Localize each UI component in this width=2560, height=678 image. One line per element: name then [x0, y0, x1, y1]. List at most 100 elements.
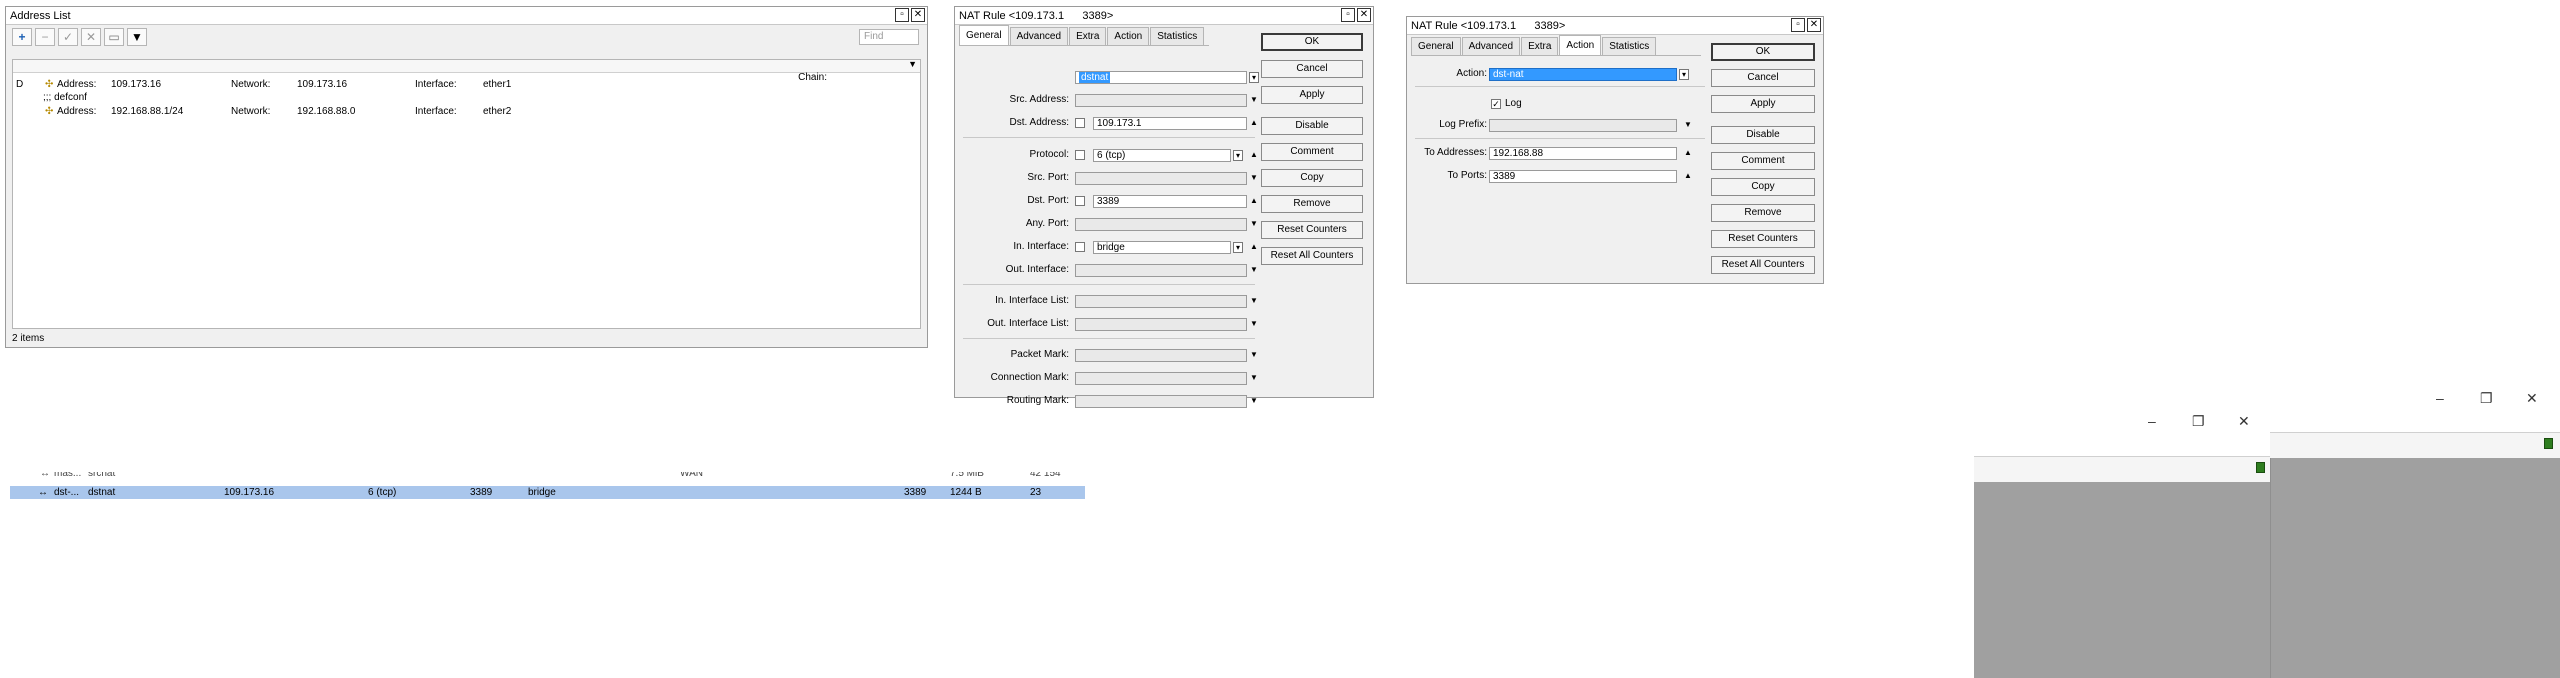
- packet-mark-field[interactable]: [1075, 349, 1247, 362]
- protocol-field[interactable]: 6 (tcp): [1093, 149, 1231, 162]
- find-input[interactable]: Find: [859, 29, 919, 45]
- to-ports-field[interactable]: 3389: [1489, 170, 1677, 183]
- src-port-field[interactable]: [1075, 172, 1247, 185]
- nat-rule-titlebar[interactable]: NAT Rule <109.173.1 3389> ▫ ✕: [1407, 17, 1823, 35]
- dst-address-field[interactable]: 109.173.1: [1093, 117, 1247, 130]
- protocol-dropdown-icon[interactable]: ▾: [1233, 150, 1243, 161]
- rule-in-interface: bridge: [528, 487, 556, 498]
- dst-port-invert-checkbox[interactable]: [1075, 196, 1085, 206]
- enable-icon[interactable]: ✓: [58, 28, 78, 46]
- to-addresses-label: To Addresses:: [1424, 147, 1487, 158]
- chevron-down-icon[interactable]: ▼: [1249, 294, 1259, 308]
- close-icon[interactable]: ✕: [2238, 413, 2250, 430]
- close-icon[interactable]: ✕: [911, 8, 925, 22]
- tab-advanced[interactable]: Advanced: [1461, 37, 1521, 56]
- any-port-field[interactable]: [1075, 218, 1247, 231]
- chain-dropdown-icon[interactable]: ▾: [1249, 72, 1259, 83]
- routing-mark-field[interactable]: [1075, 395, 1247, 408]
- nat-list-partial-row[interactable]: ↔ mas... srcnat WAN 7.5 MiB 42 154: [10, 472, 1085, 481]
- tab-action[interactable]: Action: [1107, 27, 1150, 46]
- out-interface-field[interactable]: [1075, 264, 1247, 277]
- copy-button[interactable]: Copy: [1261, 169, 1363, 187]
- ok-button[interactable]: OK: [1711, 43, 1815, 61]
- tab-advanced[interactable]: Advanced: [1009, 27, 1069, 46]
- to-addresses-field[interactable]: 192.168.88: [1489, 147, 1677, 160]
- chevron-down-icon[interactable]: ▼: [1249, 371, 1259, 385]
- table-row[interactable]: D ✣ Address: 109.173.16 Network: 109.173…: [13, 78, 920, 92]
- tab-statistics[interactable]: Statistics: [1150, 27, 1205, 46]
- nat-rule-titlebar[interactable]: NAT Rule <109.173.1 3389> ▫ ✕: [955, 7, 1373, 25]
- add-icon[interactable]: +: [12, 28, 32, 46]
- tab-action[interactable]: Action: [1559, 35, 1602, 56]
- chevron-up-icon[interactable]: ▲: [1683, 146, 1693, 160]
- chevron-down-icon[interactable]: ▼: [1249, 217, 1259, 231]
- chevron-down-icon[interactable]: ▼: [1249, 93, 1259, 107]
- in-interface-invert-checkbox[interactable]: [1075, 242, 1085, 252]
- nat-list-selected-row[interactable]: ↔ dst-... dstnat 109.173.16 6 (tcp) 3389…: [10, 486, 1085, 499]
- dst-address-invert-checkbox[interactable]: [1075, 118, 1085, 128]
- log-checkbox[interactable]: ✓: [1491, 99, 1501, 109]
- apply-button[interactable]: Apply: [1261, 86, 1363, 104]
- out-interface-list-field[interactable]: [1075, 318, 1247, 331]
- maximize-icon[interactable]: ▫: [895, 8, 909, 22]
- reset-counters-button[interactable]: Reset Counters: [1711, 230, 1815, 248]
- close-icon[interactable]: ✕: [1357, 8, 1371, 22]
- disable-button[interactable]: Disable: [1261, 117, 1363, 135]
- chevron-up-icon[interactable]: ▲: [1249, 148, 1259, 162]
- chevron-down-icon[interactable]: ▼: [1249, 348, 1259, 362]
- minimize-icon[interactable]: –: [2436, 390, 2444, 406]
- maximize-icon[interactable]: ▫: [1791, 18, 1805, 32]
- minimize-icon[interactable]: –: [2148, 413, 2156, 429]
- disable-button[interactable]: Disable: [1711, 126, 1815, 144]
- close-icon[interactable]: ✕: [2526, 390, 2538, 407]
- close-icon[interactable]: ✕: [1807, 18, 1821, 32]
- in-interface-dropdown-icon[interactable]: ▾: [1233, 242, 1243, 253]
- copy-button[interactable]: Copy: [1711, 178, 1815, 196]
- comment-icon[interactable]: ▭: [104, 28, 124, 46]
- in-interface-field[interactable]: bridge: [1093, 241, 1231, 254]
- chevron-up-icon[interactable]: ▲: [1249, 194, 1259, 208]
- restore-icon[interactable]: ❐: [2480, 390, 2493, 407]
- tab-statistics[interactable]: Statistics: [1602, 37, 1657, 56]
- address-list-titlebar[interactable]: Address List ▫ ✕: [6, 7, 927, 25]
- column-chooser-icon[interactable]: ▼: [908, 59, 917, 69]
- cancel-button[interactable]: Cancel: [1711, 69, 1815, 87]
- disable-icon[interactable]: ✕: [81, 28, 101, 46]
- table-row[interactable]: ✣ Address: 192.168.88.1/24 Network: 192.…: [13, 105, 920, 119]
- reset-all-counters-button[interactable]: Reset All Counters: [1711, 256, 1815, 274]
- reset-all-counters-button[interactable]: Reset All Counters: [1261, 247, 1363, 265]
- tab-extra[interactable]: Extra: [1521, 37, 1559, 56]
- remove-button[interactable]: Remove: [1261, 195, 1363, 213]
- ok-button[interactable]: OK: [1261, 33, 1363, 51]
- chevron-down-icon[interactable]: ▼: [1249, 171, 1259, 185]
- reset-counters-button[interactable]: Reset Counters: [1261, 221, 1363, 239]
- maximize-icon[interactable]: ▫: [1341, 8, 1355, 22]
- tab-extra[interactable]: Extra: [1069, 27, 1107, 46]
- in-interface-list-field[interactable]: [1075, 295, 1247, 308]
- comment-button[interactable]: Comment: [1711, 152, 1815, 170]
- tab-general[interactable]: General: [1411, 37, 1461, 56]
- connection-mark-field[interactable]: [1075, 372, 1247, 385]
- chevron-up-icon[interactable]: ▲: [1249, 116, 1259, 130]
- cancel-button[interactable]: Cancel: [1261, 60, 1363, 78]
- log-prefix-field[interactable]: [1489, 119, 1677, 132]
- chain-field[interactable]: dstnat: [1075, 71, 1247, 84]
- chevron-down-icon[interactable]: ▼: [1249, 394, 1259, 408]
- chevron-down-icon[interactable]: ▼: [1249, 263, 1259, 277]
- apply-button[interactable]: Apply: [1711, 95, 1815, 113]
- chevron-up-icon[interactable]: ▲: [1683, 169, 1693, 183]
- chevron-down-icon[interactable]: ▼: [1249, 317, 1259, 331]
- dst-port-field[interactable]: 3389: [1093, 195, 1247, 208]
- action-field[interactable]: dst-nat: [1489, 68, 1677, 81]
- filter-icon[interactable]: ▼: [127, 28, 147, 46]
- remove-button[interactable]: Remove: [1711, 204, 1815, 222]
- remove-icon[interactable]: −: [35, 28, 55, 46]
- protocol-invert-checkbox[interactable]: [1075, 150, 1085, 160]
- chevron-up-icon[interactable]: ▲: [1249, 240, 1259, 254]
- comment-button[interactable]: Comment: [1261, 143, 1363, 161]
- chevron-down-icon[interactable]: ▼: [1683, 118, 1693, 132]
- restore-icon[interactable]: ❐: [2192, 413, 2205, 430]
- tab-general[interactable]: General: [959, 25, 1009, 46]
- action-dropdown-icon[interactable]: ▾: [1679, 69, 1689, 80]
- src-address-field[interactable]: [1075, 94, 1247, 107]
